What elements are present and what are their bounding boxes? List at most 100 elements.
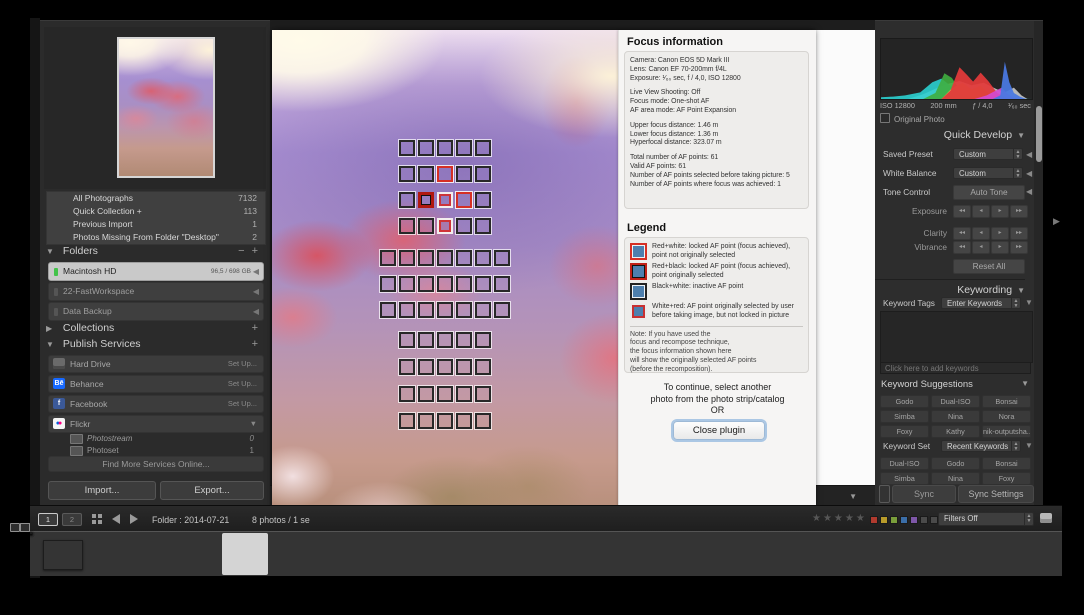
catalog-item-all-photographs[interactable]: All Photographs 7132	[47, 192, 265, 205]
grid-view-icon[interactable]	[92, 514, 96, 518]
second-window-button[interactable]: 2	[62, 513, 82, 526]
keyword-suggestion-button[interactable]: Bonsai	[982, 395, 1031, 408]
saved-preset-select[interactable]: Custom ▲ ▼	[953, 148, 1023, 160]
white-balance-expand-icon[interactable]: ◀	[1026, 169, 1032, 178]
select-stepper-icon[interactable]: ▲ ▼	[1011, 298, 1020, 309]
folder-breadcrumb[interactable]: Folder : 2014-07-21	[152, 515, 229, 525]
volume-collapse-icon[interactable]: ◀	[253, 263, 259, 280]
previous-photo-arrow-icon[interactable]	[112, 514, 120, 524]
find-more-services-button[interactable]: Find More Services Online...	[48, 456, 264, 472]
collections-header[interactable]: ▶ Collections +	[46, 322, 264, 337]
service-row-facebook[interactable]: f Facebook Set Up...	[48, 395, 264, 413]
volume-collapse-icon[interactable]: ◀	[253, 303, 259, 320]
histogram[interactable]	[880, 38, 1033, 100]
collections-add-button[interactable]: +	[252, 322, 260, 334]
folders-add-remove-buttons[interactable]: − +	[238, 245, 260, 257]
service-row-hard-drive[interactable]: Hard Drive Set Up...	[48, 355, 264, 373]
volume-row-data-backup[interactable]: Data Backup ◀	[48, 302, 264, 321]
next-photo-arrow-icon[interactable]	[130, 514, 138, 524]
sync-settings-button[interactable]: Sync Settings	[958, 485, 1034, 503]
color-label-swatch[interactable]	[920, 516, 928, 524]
filmstrip-thumb-8[interactable]	[30, 532, 32, 534]
main-window-button[interactable]: 1	[38, 513, 58, 526]
volume-row-macintosh-hd[interactable]: Macintosh HD 96,5 / 698 GB ◀	[48, 262, 264, 281]
keyword-suggestion-button[interactable]: Foxy	[880, 425, 929, 438]
reset-all-button[interactable]: Reset All	[953, 259, 1025, 274]
volume-row-fastworkspace[interactable]: 22-FastWorkspace ◀	[48, 282, 264, 301]
rating-filter-stars[interactable]: ★★★★★	[812, 513, 867, 524]
keyword-set-collapse-icon[interactable]: ▼	[1025, 441, 1033, 450]
keyword-suggestion-button[interactable]: nik-outputsha...	[982, 425, 1031, 438]
service-setup-link[interactable]: Set Up...	[228, 376, 257, 392]
color-label-swatch[interactable]	[930, 516, 938, 524]
qd-vibrance-step-button[interactable]: ▸	[991, 241, 1009, 254]
flickr-collapse-icon[interactable]: ▼	[250, 416, 257, 432]
quick-develop-header[interactable]: Quick Develop ▼	[875, 129, 1025, 141]
add-keywords-field[interactable]: Click here to add keywords	[880, 362, 1031, 374]
catalog-item-previous-import[interactable]: Previous Import 1	[47, 218, 265, 231]
keyword-suggestion-button[interactable]: Kathy	[931, 425, 980, 438]
qd-exposure-step-button[interactable]: ◂◂	[953, 205, 971, 218]
keyword-suggestion-button[interactable]: Simba	[880, 410, 929, 423]
keyword-set-button[interactable]: Nina	[931, 472, 980, 485]
qd-vibrance-step-button[interactable]: ◂◂	[953, 241, 971, 254]
tone-control-expand-icon[interactable]: ◀	[1026, 187, 1032, 196]
qd-exposure-step-button[interactable]: ▸	[991, 205, 1009, 218]
color-label-swatch[interactable]	[900, 516, 908, 524]
keywording-header[interactable]: Keywording ▼	[875, 279, 1025, 296]
filmstrip-thumb-1[interactable]	[43, 540, 83, 570]
qd-clarity-step-button[interactable]: ▸▸	[1010, 227, 1028, 240]
publish-services-add-button[interactable]: +	[252, 338, 260, 350]
keyword-set-button[interactable]: Dual-ISO	[880, 457, 929, 470]
navigator-preview-image[interactable]	[117, 37, 215, 178]
service-setup-link[interactable]: Set Up...	[228, 396, 257, 412]
flickr-photostream-row[interactable]: Photostream 0	[70, 433, 262, 444]
keyword-tags-select[interactable]: Enter Keywords ▲ ▼	[941, 297, 1021, 309]
qd-vibrance-step-button[interactable]: ◂	[972, 241, 990, 254]
catalog-item-photos-missing[interactable]: Photos Missing From Folder "Desktop" 2	[47, 231, 265, 244]
saved-preset-expand-icon[interactable]: ◀	[1026, 150, 1032, 159]
catalog-item-quick-collection[interactable]: Quick Collection + 113	[47, 205, 265, 218]
select-stepper-icon[interactable]: ▲ ▼	[1024, 513, 1033, 525]
flickr-photoset-row[interactable]: Photoset 1	[70, 445, 262, 456]
color-label-swatch[interactable]	[880, 516, 888, 524]
scroll-down-icon[interactable]: ▼	[849, 492, 857, 501]
keyword-set-button[interactable]: Bonsai	[982, 457, 1031, 470]
color-label-swatch[interactable]	[870, 516, 878, 524]
publish-services-header[interactable]: ▼ Publish Services +	[46, 338, 264, 353]
keyword-set-select[interactable]: Recent Keywords ▲ ▼	[941, 440, 1021, 452]
white-balance-select[interactable]: Custom ▲ ▼	[953, 167, 1023, 179]
keyword-set-button[interactable]: Godo	[931, 457, 980, 470]
sync-toggle-switch[interactable]	[879, 485, 890, 503]
service-row-flickr[interactable]: ●● Flickr ▼	[48, 415, 264, 433]
qd-vibrance-step-button[interactable]: ▸▸	[1010, 241, 1028, 254]
panel-collapse-icon[interactable]: ▼	[1017, 286, 1025, 295]
keyword-suggestion-button[interactable]: Nina	[931, 410, 980, 423]
keyword-tags-collapse-icon[interactable]: ▼	[1025, 298, 1033, 307]
keyword-set-button[interactable]: Simba	[880, 472, 929, 485]
original-photo-checkbox-row[interactable]: Original Photo	[880, 113, 945, 124]
filters-select[interactable]: Filters Off ▲ ▼	[938, 512, 1034, 526]
import-button[interactable]: Import...	[48, 481, 156, 500]
folders-header[interactable]: ▼ Folders − +	[46, 245, 264, 260]
select-stepper-icon[interactable]: ▲ ▼	[1013, 168, 1022, 179]
volume-collapse-icon[interactable]: ◀	[253, 283, 259, 300]
qd-clarity-step-button[interactable]: ▸	[991, 227, 1009, 240]
select-stepper-icon[interactable]: ▲ ▼	[1013, 149, 1022, 160]
qd-exposure-step-button[interactable]: ◂	[972, 205, 990, 218]
select-stepper-icon[interactable]: ▲ ▼	[1011, 441, 1020, 452]
qd-clarity-step-button[interactable]: ◂◂	[953, 227, 971, 240]
right-panel-scrollbar-thumb[interactable]	[1035, 106, 1042, 162]
keyword-text-area[interactable]	[880, 311, 1033, 363]
right-panel-scrollbar[interactable]	[1034, 21, 1043, 506]
auto-tone-button[interactable]: Auto Tone	[953, 185, 1025, 200]
panel-collapse-icon[interactable]: ▼	[1017, 131, 1025, 140]
service-row-behance[interactable]: Bē Behance Set Up...	[48, 375, 264, 393]
keyword-set-button[interactable]: Foxy	[982, 472, 1031, 485]
keyword-suggestion-button[interactable]: Dual-ISO	[931, 395, 980, 408]
keyword-suggestion-button[interactable]: Nora	[982, 410, 1031, 423]
qd-clarity-step-button[interactable]: ◂	[972, 227, 990, 240]
color-label-swatch[interactable]	[910, 516, 918, 524]
show-panel-arrow-icon[interactable]: ▶	[1053, 216, 1060, 227]
keyword-suggestions-header[interactable]: Keyword Suggestions ▼	[881, 379, 1031, 390]
